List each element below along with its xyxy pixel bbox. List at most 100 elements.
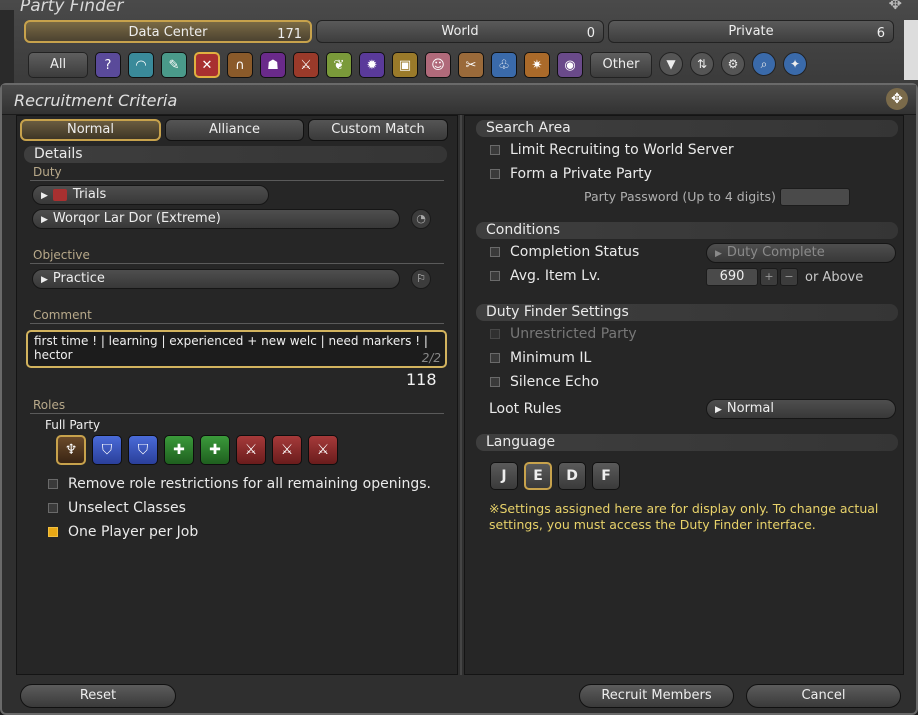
recruitment-criteria-window: Recruitment Criteria ✥ Normal Alliance C… (0, 83, 918, 715)
field-op-icon[interactable]: ☺ (425, 52, 451, 78)
checkbox (490, 329, 500, 339)
duty-info-icon[interactable]: ◔ (411, 209, 431, 229)
treasure-icon[interactable]: ▣ (392, 52, 418, 78)
cancel-button[interactable]: Cancel (746, 684, 901, 708)
conditions-heading: Conditions (476, 222, 898, 239)
option-label: Unrestricted Party (510, 326, 637, 342)
duty-name-dropdown[interactable]: ▶ Worqor Lar Dor (Extreme) (32, 209, 400, 229)
checkbox[interactable] (490, 377, 500, 387)
loot-rules-value: Normal (726, 401, 774, 416)
checkbox[interactable] (490, 169, 500, 179)
checkbox[interactable] (490, 247, 500, 257)
healer-role-icon[interactable]: ✚ (164, 435, 194, 465)
completion-status-option[interactable]: Completion Status (490, 244, 639, 260)
search-area-heading: Search Area (476, 120, 898, 137)
hunts-icon[interactable]: ✂ (458, 52, 484, 78)
any-role-icon[interactable]: ♆ (56, 435, 86, 465)
checkbox[interactable] (490, 353, 500, 363)
tank-role-icon[interactable]: ⛉ (128, 435, 158, 465)
tank-role-icon[interactable]: ⛉ (92, 435, 122, 465)
language-f-button[interactable]: F (592, 462, 620, 490)
sort-icon[interactable]: ⇅ (690, 52, 714, 76)
silence-echo-option[interactable]: Silence Echo (490, 374, 599, 390)
checkbox[interactable] (48, 479, 58, 489)
tab-count: 6 (876, 26, 885, 41)
mode-normal-tab[interactable]: Normal (20, 119, 161, 141)
checkbox[interactable] (490, 271, 500, 281)
divider (30, 413, 444, 414)
reset-button[interactable]: Reset (20, 684, 176, 708)
search-icon[interactable]: ⌕ (752, 52, 776, 76)
dps-role-icon[interactable]: ⚔ (272, 435, 302, 465)
checkbox[interactable] (48, 503, 58, 513)
comment-label: Comment (33, 308, 92, 322)
variant-icon[interactable]: ◉ (557, 52, 583, 78)
settings-note: ※Settings assigned here are for display … (489, 501, 879, 532)
tab-data-center[interactable]: Data Center 171 (24, 20, 312, 43)
dungeon-icon[interactable]: ◠ (128, 52, 154, 78)
question-icon[interactable]: ? (95, 52, 121, 78)
language-d-button[interactable]: D (558, 462, 586, 490)
language-e-button[interactable]: E (524, 462, 552, 490)
checkbox[interactable] (490, 145, 500, 155)
healer-role-icon[interactable]: ✚ (200, 435, 230, 465)
pvp-icon[interactable]: ⚔ (293, 52, 319, 78)
trials-icon[interactable]: ✕ (194, 52, 220, 78)
private-party-option[interactable]: Form a Private Party (490, 166, 652, 182)
guildhest-icon[interactable]: ✎ (161, 52, 187, 78)
completion-status-dropdown[interactable]: ▶ Duty Complete (706, 243, 896, 263)
mode-alliance-tab[interactable]: Alliance (165, 119, 304, 141)
tab-label: World (441, 24, 479, 39)
dps-role-icon[interactable]: ⚔ (236, 435, 266, 465)
gold-saucer-icon[interactable]: ❦ (326, 52, 352, 78)
tab-private[interactable]: Private 6 (608, 20, 894, 43)
remove-role-restrictions-option[interactable]: Remove role restrictions for all remaini… (48, 476, 431, 492)
option-label: Limit Recruiting to World Server (510, 142, 734, 158)
category-other-button[interactable]: Other (590, 52, 652, 78)
settings-icon[interactable]: ⚙ (721, 52, 745, 76)
high-end-icon[interactable]: ☗ (260, 52, 286, 78)
item-level-input[interactable]: 690 (706, 268, 758, 286)
triangle-right-icon: ▶ (41, 215, 48, 225)
window-header: Recruitment Criteria ✥ (2, 85, 916, 115)
loot-rules-dropdown[interactable]: ▶ Normal (706, 399, 896, 419)
limit-world-option[interactable]: Limit Recruiting to World Server (490, 142, 734, 158)
item-level-option[interactable]: Avg. Item Lv. (490, 268, 601, 284)
one-player-per-job-option[interactable]: One Player per Job (48, 524, 198, 540)
comment-page-indicator: 2/2 (421, 351, 441, 365)
language-heading: Language (476, 434, 898, 451)
dps-role-icon[interactable]: ⚔ (308, 435, 338, 465)
gear-icon[interactable]: ✥ (889, 0, 902, 13)
minimum-il-option[interactable]: Minimum IL (490, 350, 591, 366)
roulette-icon[interactable]: ♧ (491, 52, 517, 78)
tab-world[interactable]: World 0 (316, 20, 604, 43)
deep-dungeon-icon[interactable]: ✷ (524, 52, 550, 78)
close-icon[interactable]: ✥ (886, 88, 908, 110)
objective-icon[interactable]: ⚐ (411, 269, 431, 289)
party-finder-title: Party Finder (20, 0, 124, 16)
mode-custom-match-tab[interactable]: Custom Match (308, 119, 448, 141)
recruit-members-button[interactable]: Recruit Members (579, 684, 734, 708)
raid-icon[interactable]: ∩ (227, 52, 253, 78)
triangle-right-icon: ▶ (41, 191, 48, 201)
roles-label: Roles (33, 398, 66, 412)
triangle-right-icon: ▶ (715, 405, 722, 415)
minus-icon[interactable]: − (780, 268, 798, 286)
duty-category-dropdown[interactable]: ▶ Trials (32, 185, 269, 205)
filter-icon[interactable]: ▼ (659, 52, 683, 76)
comment-input[interactable]: first time ! | learning | experienced + … (26, 330, 447, 368)
fates-icon[interactable]: ✹ (359, 52, 385, 78)
unselect-classes-option[interactable]: Unselect Classes (48, 500, 186, 516)
divider (30, 323, 444, 324)
checkbox-checked[interactable] (48, 527, 58, 537)
trials-icon (52, 188, 67, 201)
password-input[interactable] (780, 188, 850, 206)
objective-dropdown[interactable]: ▶ Practice (32, 269, 400, 289)
triangle-right-icon: ▶ (41, 275, 48, 285)
recruit-icon[interactable]: ✦ (783, 52, 807, 76)
language-j-button[interactable]: J (490, 462, 518, 490)
unrestricted-party-option: Unrestricted Party (490, 326, 637, 342)
plus-icon[interactable]: + (760, 268, 778, 286)
category-all-button[interactable]: All (28, 52, 88, 78)
scrollbar[interactable] (904, 20, 918, 80)
